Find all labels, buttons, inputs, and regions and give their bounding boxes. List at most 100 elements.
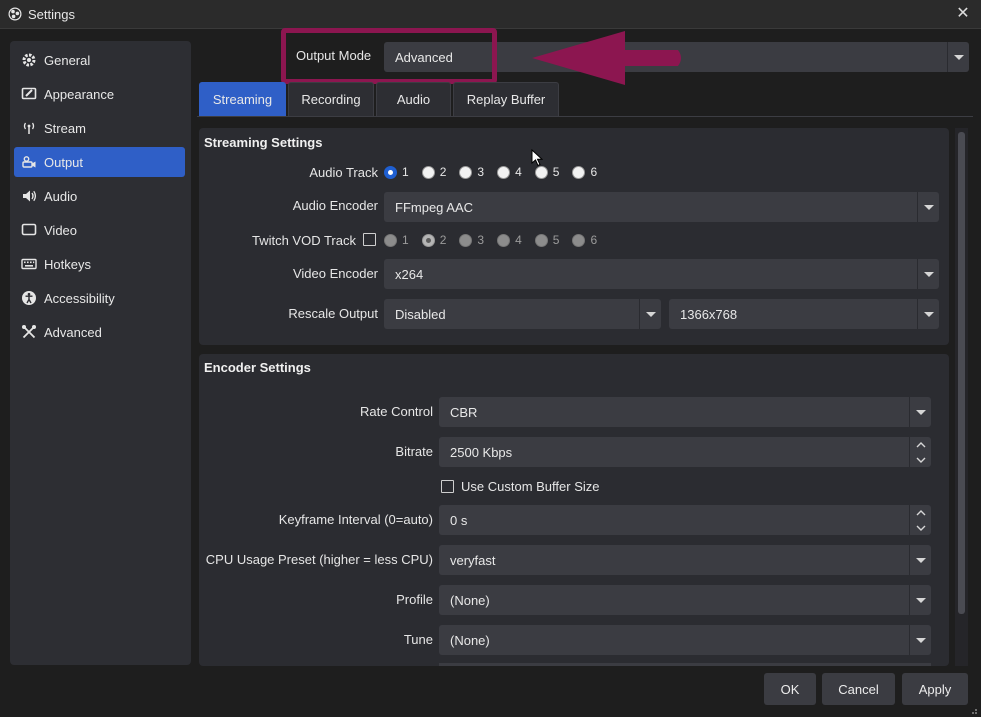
speaker-icon (20, 187, 38, 205)
twitch-vod-radio-5[interactable] (534, 233, 548, 247)
scrollbar-thumb[interactable] (958, 132, 965, 614)
video-encoder-label: Video Encoder (292, 266, 378, 281)
sidebar-item-output[interactable]: Output (14, 147, 185, 177)
twitch-vod-radio-3[interactable] (459, 233, 473, 247)
custom-buffer-checkbox[interactable] (441, 480, 454, 493)
chevron-up-icon[interactable] (910, 437, 931, 452)
encoder-settings-title: Encoder Settings (204, 360, 311, 375)
tune-label: Tune (403, 632, 433, 647)
apply-button[interactable]: Apply (902, 673, 968, 705)
obs-logo-icon (8, 7, 22, 21)
sidebar-item-video[interactable]: Video (14, 215, 185, 245)
sidebar-item-label: Hotkeys (44, 256, 91, 272)
chevron-up-icon[interactable] (910, 505, 931, 520)
sidebar-item-hotkeys[interactable]: Hotkeys (14, 249, 185, 279)
twitch-vod-label: Twitch VOD Track (251, 233, 356, 248)
audio-track-radio-5[interactable] (534, 165, 548, 179)
tune-select[interactable]: (None) (439, 625, 931, 655)
sidebar-item-label: Advanced (44, 324, 102, 340)
bitrate-label: Bitrate (395, 444, 433, 459)
keyframe-interval-value: 0 s (450, 512, 468, 528)
keyboard-icon (20, 255, 38, 273)
sidebar-item-label: General (44, 52, 91, 68)
rescale-output-value: Disabled (395, 306, 446, 322)
sidebar-item-advanced[interactable]: Advanced (14, 317, 185, 347)
broadcast-icon (20, 119, 38, 137)
tab-audio[interactable]: Audio (376, 82, 451, 116)
rate-control-select[interactable]: CBR (439, 397, 931, 427)
title-bar: Settings ✕ (0, 0, 981, 29)
sidebar-item-label: Video (44, 222, 78, 238)
sidebar-item-label: Accessibility (44, 290, 115, 306)
rescale-output-label: Rescale Output (288, 306, 378, 321)
output-mode-label: Output Mode (296, 48, 372, 63)
keyframe-interval-label: Keyframe Interval (0=auto) (278, 512, 433, 527)
twitch-vod-radios: 1 2 3 4 5 6 (384, 231, 610, 249)
chevron-down-icon (909, 397, 931, 427)
close-icon[interactable]: ✕ (954, 4, 972, 24)
chevron-down-icon (909, 545, 931, 575)
output-mode-value: Advanced (395, 49, 453, 65)
video-encoder-select[interactable]: x264 (384, 259, 939, 289)
rescale-output-select[interactable]: Disabled (384, 299, 661, 329)
streaming-settings-title: Streaming Settings (204, 135, 323, 150)
clipped-field (439, 663, 931, 666)
tools-icon (20, 323, 38, 341)
resize-grip-icon[interactable] (968, 705, 978, 715)
audio-track-radio-6[interactable] (572, 165, 586, 179)
keyframe-stepper[interactable] (909, 505, 931, 535)
chevron-down-icon (639, 299, 661, 329)
chevron-down-icon (947, 42, 969, 72)
cpu-preset-select[interactable]: veryfast (439, 545, 931, 575)
sidebar-item-label: Stream (44, 120, 86, 136)
twitch-vod-radio-6[interactable] (572, 233, 586, 247)
bitrate-value: 2500 Kbps (450, 444, 513, 460)
monitor-icon (20, 221, 38, 239)
chevron-down-icon (917, 192, 939, 222)
audio-encoder-label: Audio Encoder (292, 198, 378, 213)
twitch-vod-radio-4[interactable] (497, 233, 511, 247)
audio-track-radio-1[interactable] (384, 165, 397, 179)
settings-sidebar: General Appearance Stream Output Audio V… (10, 41, 191, 665)
tab-streaming[interactable]: Streaming (199, 82, 286, 116)
annotation-arrow-icon (532, 31, 681, 85)
cancel-button[interactable]: Cancel (822, 673, 895, 705)
tab-panel-divider (197, 116, 973, 117)
audio-track-radio-4[interactable] (497, 165, 511, 179)
tab-recording[interactable]: Recording (288, 82, 374, 116)
rate-control-label: Rate Control (360, 404, 433, 419)
chevron-down-icon[interactable] (910, 452, 931, 467)
sidebar-item-appearance[interactable]: Appearance (14, 79, 185, 109)
twitch-vod-checkbox[interactable] (363, 233, 376, 246)
ok-button[interactable]: OK (764, 673, 816, 705)
cpu-preset-label: CPU Usage Preset (higher = less CPU) (205, 552, 433, 567)
profile-label: Profile (396, 592, 433, 607)
sidebar-item-accessibility[interactable]: Accessibility (14, 283, 185, 313)
rescale-resolution-select[interactable]: 1366x768 (669, 299, 939, 329)
output-icon (20, 153, 38, 171)
twitch-vod-radio-1[interactable] (384, 233, 397, 247)
bitrate-input[interactable]: 2500 Kbps (439, 437, 931, 467)
settings-scrollbar[interactable] (955, 128, 968, 666)
video-encoder-value: x264 (395, 266, 424, 282)
custom-buffer-label: Use Custom Buffer Size (461, 479, 600, 494)
twitch-vod-radio-2[interactable] (421, 233, 435, 247)
appearance-icon (20, 85, 38, 103)
gear-icon (20, 51, 38, 69)
sidebar-item-general[interactable]: General (14, 45, 185, 75)
chevron-down-icon[interactable] (910, 520, 931, 535)
sidebar-item-audio[interactable]: Audio (14, 181, 185, 211)
audio-encoder-select[interactable]: FFmpeg AAC (384, 192, 939, 222)
audio-track-radio-3[interactable] (459, 165, 473, 179)
accessibility-icon (20, 289, 38, 307)
bitrate-stepper[interactable] (909, 437, 931, 467)
cpu-preset-value: veryfast (450, 552, 496, 568)
audio-track-label: Audio Track (309, 165, 378, 180)
profile-select[interactable]: (None) (439, 585, 931, 615)
keyframe-interval-input[interactable]: 0 s (439, 505, 931, 535)
sidebar-item-stream[interactable]: Stream (14, 113, 185, 143)
tab-replay-buffer[interactable]: Replay Buffer (453, 82, 559, 116)
window-title: Settings (28, 6, 75, 22)
audio-track-radio-2[interactable] (421, 165, 435, 179)
rescale-resolution-value: 1366x768 (680, 306, 738, 322)
